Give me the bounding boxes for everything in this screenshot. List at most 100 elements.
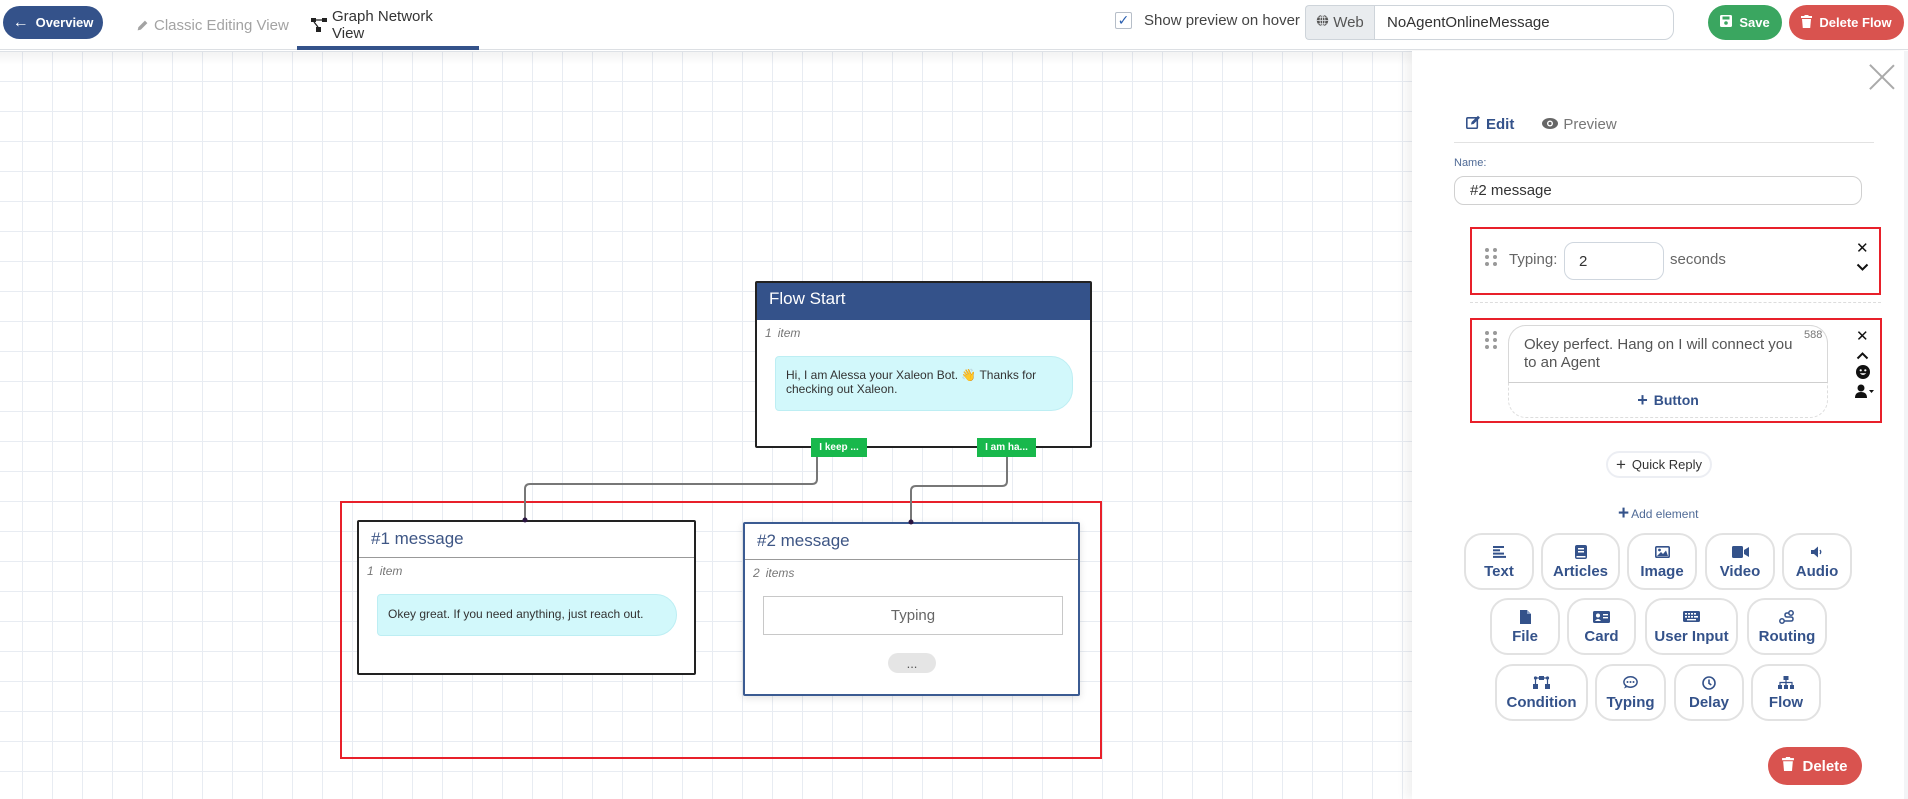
chevron-up-icon[interactable] bbox=[1856, 348, 1869, 363]
add-audio-button[interactable]: Audio bbox=[1782, 533, 1852, 590]
typing-unit-label: seconds bbox=[1670, 251, 1726, 268]
show-preview-toggle: ✓ Show preview on hover bbox=[1115, 12, 1300, 29]
add-video-button[interactable]: Video bbox=[1705, 533, 1775, 590]
plus-icon: + bbox=[1637, 389, 1648, 410]
overview-button[interactable]: ← Overview bbox=[3, 6, 103, 39]
channel-label: Web bbox=[1333, 14, 1364, 31]
plus-icon: + bbox=[1615, 455, 1626, 474]
route-icon bbox=[1779, 609, 1795, 625]
name-label: Name: bbox=[1454, 157, 1487, 169]
node-title: Flow Start bbox=[757, 283, 1090, 320]
node-name-input[interactable] bbox=[1454, 176, 1862, 205]
save-button[interactable]: Save bbox=[1708, 5, 1782, 40]
node-item-count: 2 items bbox=[753, 566, 795, 580]
add-text-button[interactable]: Text bbox=[1464, 533, 1534, 590]
pencil-icon bbox=[136, 19, 149, 32]
trash-icon bbox=[1801, 14, 1813, 31]
char-count: 588 bbox=[1804, 329, 1823, 341]
add-file-button[interactable]: File bbox=[1490, 598, 1560, 655]
add-button-link[interactable]: + Button bbox=[1508, 383, 1828, 417]
drag-handle-icon[interactable] bbox=[1485, 248, 1499, 266]
file-icon bbox=[1519, 609, 1531, 625]
node-title: #1 message bbox=[359, 522, 694, 558]
output-button-2[interactable]: I am ha... bbox=[977, 438, 1036, 457]
graph-canvas[interactable]: Flow Start 1 item Hi, I am Alessa your Xa… bbox=[0, 51, 1412, 799]
flow-name-group: Web bbox=[1305, 5, 1674, 40]
remove-element-icon[interactable]: ✕ bbox=[1856, 329, 1869, 344]
node-edit-panel: Edit Preview Name: Typing: seconds ✕ 588 bbox=[1412, 51, 1908, 799]
node-title: #2 message bbox=[745, 524, 1078, 560]
overview-label: Overview bbox=[35, 15, 94, 30]
typing-label: Typing: bbox=[1509, 251, 1558, 268]
eye-icon bbox=[1542, 116, 1559, 133]
arrow-left-icon: ← bbox=[12, 13, 29, 31]
add-routing-button[interactable]: Routing bbox=[1747, 598, 1827, 655]
tab-preview[interactable]: Preview bbox=[1542, 113, 1617, 135]
connection-links bbox=[522, 457, 1008, 525]
quick-reply-button[interactable]: + Quick Reply bbox=[1606, 451, 1712, 478]
flow-name-input[interactable] bbox=[1374, 5, 1674, 40]
book-icon bbox=[1574, 544, 1587, 560]
panel-scrollbar[interactable] bbox=[1904, 51, 1908, 799]
agent-handover-icon[interactable] bbox=[1855, 384, 1875, 401]
connection-link-1 bbox=[524, 457, 818, 520]
add-articles-button[interactable]: Articles bbox=[1541, 533, 1620, 590]
trash-icon bbox=[1782, 757, 1795, 775]
image-icon bbox=[1654, 544, 1670, 560]
typing-seconds-input[interactable] bbox=[1564, 242, 1664, 280]
canvas-top-shadow bbox=[0, 51, 1412, 65]
node-item-count: 1 item bbox=[765, 326, 801, 340]
chevron-down-icon[interactable] bbox=[1856, 260, 1869, 275]
more-items-button[interactable]: ... bbox=[888, 653, 936, 673]
add-card-button[interactable]: Card bbox=[1567, 598, 1636, 655]
id-card-icon bbox=[1593, 609, 1610, 625]
flow-start-node[interactable]: Flow Start 1 item Hi, I am Alessa your Xa… bbox=[755, 281, 1092, 448]
typing-element: Typing: seconds ✕ bbox=[1470, 228, 1881, 296]
output-button-1[interactable]: I keep ... bbox=[811, 438, 867, 457]
message-node-2[interactable]: #2 message 2 items Typing ... bbox=[743, 522, 1080, 696]
keyboard-icon bbox=[1683, 609, 1700, 625]
channel-addon: Web bbox=[1305, 5, 1374, 40]
tab-graph-network-view[interactable]: Graph Network View bbox=[297, 0, 479, 50]
drag-handle-icon[interactable] bbox=[1485, 331, 1499, 349]
comment-dots-icon bbox=[1623, 675, 1638, 691]
volume-icon bbox=[1811, 544, 1823, 560]
delete-node-button[interactable]: Delete bbox=[1768, 747, 1862, 785]
close-panel-icon[interactable] bbox=[1868, 63, 1896, 91]
message-bubble: Okey great. If you need anything, just r… bbox=[377, 594, 677, 636]
project-diagram-icon bbox=[1533, 675, 1550, 691]
clock-icon bbox=[1702, 675, 1716, 691]
delete-flow-button[interactable]: Delete Flow bbox=[1789, 5, 1904, 40]
top-toolbar: ← Overview Classic Editing View Graph Ne… bbox=[0, 0, 1908, 50]
add-image-button[interactable]: Image bbox=[1627, 533, 1697, 590]
tab-edit[interactable]: Edit bbox=[1466, 113, 1514, 135]
node-item-count: 1 item bbox=[367, 564, 403, 578]
panel-tabs: Edit Preview bbox=[1454, 113, 1874, 143]
add-typing-button[interactable]: Typing bbox=[1595, 664, 1666, 721]
globe-icon bbox=[1316, 14, 1329, 31]
remove-element-icon[interactable]: ✕ bbox=[1856, 241, 1869, 256]
tab-label: Classic Editing View bbox=[154, 16, 289, 34]
add-user-input-button[interactable]: User Input bbox=[1645, 598, 1738, 655]
connection-link-2 bbox=[910, 457, 1008, 522]
video-icon bbox=[1731, 544, 1749, 560]
plus-icon: + bbox=[1618, 503, 1630, 524]
typing-element-preview: Typing bbox=[763, 596, 1063, 635]
show-preview-checkbox[interactable]: ✓ bbox=[1115, 12, 1132, 29]
sitemap-icon bbox=[1778, 675, 1794, 691]
tab-label: Graph Network View bbox=[332, 8, 433, 42]
sitemap-icon bbox=[311, 18, 327, 32]
message-node-1[interactable]: #1 message 1 item Okey great. If you need… bbox=[357, 520, 696, 675]
add-condition-button[interactable]: Condition bbox=[1495, 664, 1588, 721]
tab-classic-editing-view[interactable]: Classic Editing View bbox=[122, 0, 303, 50]
add-delay-button[interactable]: Delay bbox=[1674, 664, 1744, 721]
delete-flow-label: Delete Flow bbox=[1819, 15, 1892, 30]
text-element-textarea[interactable] bbox=[1508, 325, 1828, 383]
text-element: 588 + Button ✕ bbox=[1470, 319, 1881, 422]
add-flow-button[interactable]: Flow bbox=[1751, 664, 1821, 721]
emoji-icon[interactable] bbox=[1856, 365, 1870, 382]
save-label: Save bbox=[1739, 15, 1770, 30]
message-bubble: Hi, I am Alessa your Xaleon Bot. 👋 Thank… bbox=[775, 356, 1073, 411]
add-element-label: + Add element bbox=[1618, 503, 1699, 524]
edit-icon bbox=[1466, 115, 1481, 133]
